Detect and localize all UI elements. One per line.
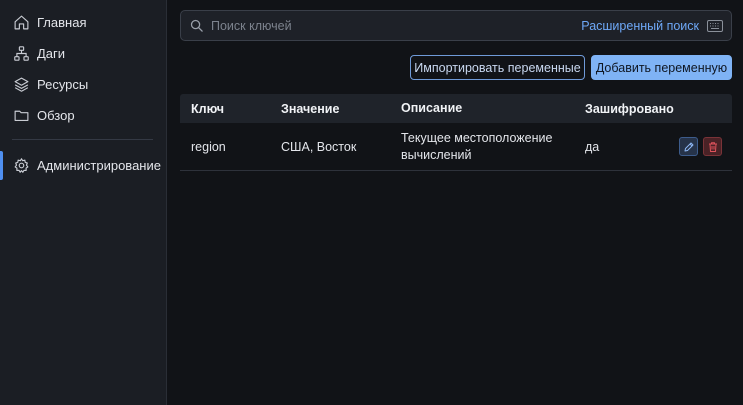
sidebar-item-label: Администрирование: [37, 158, 161, 173]
sidebar-item-home[interactable]: Главная: [0, 7, 166, 38]
hierarchy-icon: [12, 45, 30, 63]
table-header: Ключ Значение Описание Зашифровано: [180, 94, 732, 123]
trash-icon: [708, 141, 717, 152]
sidebar: Главная Даги Ресурсы Обзор Администриров…: [0, 0, 167, 405]
sidebar-item-label: Обзор: [37, 108, 75, 123]
main-content: Расширенный поиск Импортировать переменн…: [167, 0, 743, 405]
cell-key: region: [191, 139, 226, 154]
row-actions: [672, 137, 732, 156]
column-header-value[interactable]: Значение: [270, 102, 390, 116]
import-variables-button[interactable]: Импортировать переменные: [410, 55, 585, 80]
keyboard-icon[interactable]: [707, 19, 723, 32]
active-indicator: [0, 151, 3, 180]
edit-button[interactable]: [679, 137, 698, 156]
sidebar-divider: [12, 139, 153, 140]
folder-icon: [12, 107, 30, 125]
column-header-key[interactable]: Ключ: [180, 102, 270, 116]
sidebar-item-browse[interactable]: Обзор: [0, 100, 166, 131]
cell-value: США, Восток: [281, 139, 357, 154]
variables-table: Ключ Значение Описание Зашифровано regio…: [180, 94, 732, 171]
app-root: Главная Даги Ресурсы Обзор Администриров…: [0, 0, 743, 405]
search-bar: Расширенный поиск: [180, 10, 732, 41]
column-header-description[interactable]: Описание: [390, 100, 574, 117]
gear-icon: [12, 157, 30, 175]
pencil-icon: [684, 142, 693, 151]
table-row: region США, Восток Текущее местоположени…: [180, 123, 732, 171]
column-header-encrypted[interactable]: Зашифровано: [574, 102, 674, 116]
sidebar-item-label: Даги: [37, 46, 66, 61]
sidebar-item-resources[interactable]: Ресурсы: [0, 69, 166, 100]
sidebar-item-dags[interactable]: Даги: [0, 38, 166, 69]
sidebar-item-label: Главная: [37, 15, 87, 30]
delete-button[interactable]: [703, 137, 722, 156]
search-input[interactable]: [211, 18, 582, 33]
search-icon: [189, 18, 204, 33]
home-icon: [12, 14, 30, 32]
advanced-search-link[interactable]: Расширенный поиск: [581, 19, 699, 33]
sidebar-item-label: Ресурсы: [37, 77, 89, 92]
sidebar-item-admin[interactable]: Администрирование: [0, 150, 166, 181]
layers-icon: [12, 76, 30, 94]
cell-description: Текущее местоположение вычислений: [401, 130, 553, 162]
add-variable-button[interactable]: Добавить переменную: [591, 55, 732, 80]
cell-encrypted: да: [585, 139, 600, 154]
